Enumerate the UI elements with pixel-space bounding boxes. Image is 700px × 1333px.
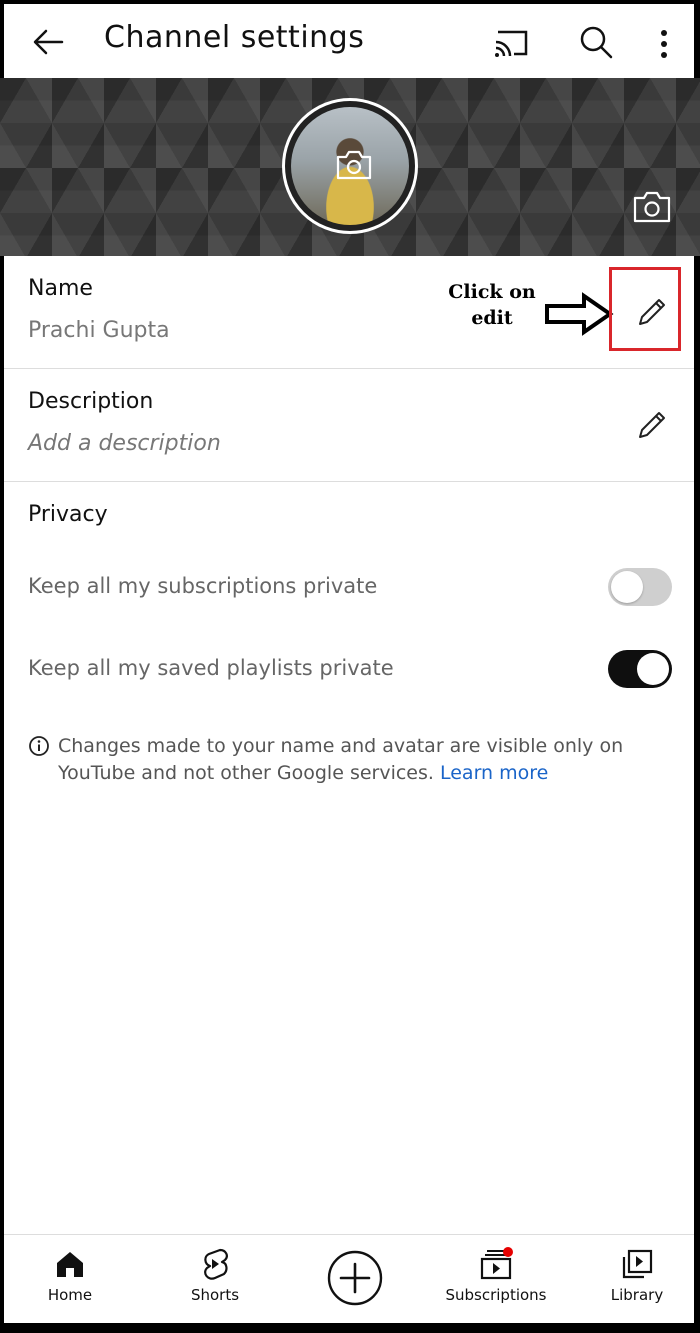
shorts-icon <box>204 1248 228 1280</box>
subscriptions-icon <box>480 1247 513 1280</box>
bottom-navigation: Home Shorts Subscriptions Library <box>4 1234 694 1323</box>
channel-avatar[interactable] <box>282 98 418 234</box>
playlists-private-label: Keep all my saved playlists private <box>28 656 394 680</box>
name-value: Prachi Gupta <box>28 318 170 343</box>
arrow-right-icon <box>545 292 614 336</box>
playlists-private-row[interactable]: Keep all my saved playlists private <box>28 650 672 690</box>
nav-home[interactable]: Home <box>30 1235 110 1324</box>
info-line-2-text: YouTube and not other Google services. <box>58 762 434 784</box>
description-row: Description Add a description <box>4 369 694 482</box>
learn-more-link[interactable]: Learn more <box>440 762 548 784</box>
info-line-1: Changes made to your name and avatar are… <box>58 735 624 757</box>
home-icon <box>57 1252 83 1277</box>
annotation-line-2: edit <box>471 307 513 329</box>
nav-home-label: Home <box>47 1286 93 1304</box>
edit-highlight-box <box>609 267 681 351</box>
pencil-icon[interactable] <box>634 407 670 443</box>
tutorial-annotation: Click on edit <box>442 279 542 331</box>
nav-shorts[interactable]: Shorts <box>170 1235 260 1324</box>
subscriptions-private-label: Keep all my subscriptions private <box>28 574 378 598</box>
nav-shorts-label: Shorts <box>190 1286 240 1304</box>
cast-icon[interactable] <box>490 22 532 62</box>
nav-subscriptions-label: Subscriptions <box>445 1286 547 1304</box>
search-icon[interactable] <box>576 22 616 62</box>
subscriptions-private-row[interactable]: Keep all my subscriptions private <box>28 568 672 608</box>
toggle-knob <box>637 653 669 685</box>
info-text: Changes made to your name and avatar are… <box>58 733 623 787</box>
camera-icon[interactable] <box>335 149 373 181</box>
description-placeholder: Add a description <box>28 431 221 456</box>
nav-library-label: Library <box>610 1286 664 1304</box>
create-plus-icon <box>327 1250 383 1306</box>
playlists-private-toggle[interactable] <box>608 650 672 688</box>
arrow-back-icon[interactable] <box>28 22 68 62</box>
name-label: Name <box>28 276 93 301</box>
avatar <box>291 107 409 225</box>
nav-library[interactable]: Library <box>592 1235 682 1324</box>
description-label: Description <box>28 389 154 414</box>
camera-icon[interactable] <box>632 190 672 224</box>
more-vert-icon[interactable] <box>652 24 676 64</box>
page-title: Channel settings <box>104 20 365 55</box>
annotation-line-1: Click on <box>448 281 536 303</box>
info-icon <box>29 736 49 756</box>
nav-subscriptions[interactable]: Subscriptions <box>436 1235 556 1324</box>
privacy-heading: Privacy <box>28 502 108 527</box>
top-app-bar: Channel settings <box>4 4 694 76</box>
library-icon <box>622 1249 653 1279</box>
toggle-knob <box>611 571 643 603</box>
info-line-2: YouTube and not other Google services. L… <box>58 760 623 787</box>
subscriptions-private-toggle[interactable] <box>608 568 672 606</box>
nav-create[interactable] <box>318 1235 392 1324</box>
